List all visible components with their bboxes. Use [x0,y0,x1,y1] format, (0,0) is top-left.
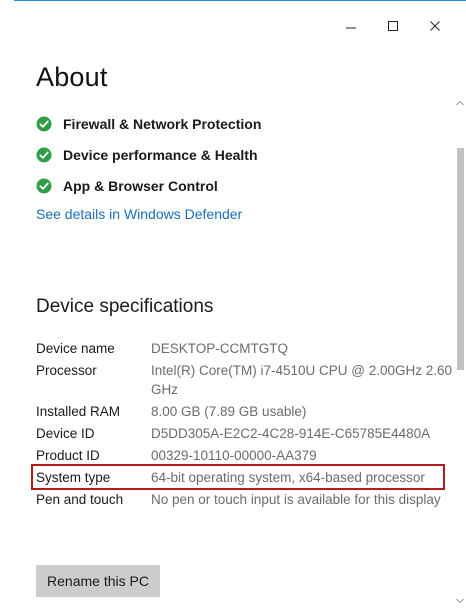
scroll-down-arrow-icon[interactable] [456,598,464,604]
rename-pc-button[interactable]: Rename this PC [36,565,160,597]
spec-row-installed-ram: Installed RAM 8.00 GB (7.89 GB usable) [36,400,454,422]
spec-label: System type [36,469,111,485]
scroll-up-arrow-icon[interactable] [456,100,464,106]
spec-label: Installed RAM [36,403,121,419]
spec-row-processor: Processor Intel(R) Core(TM) i7-4510U CPU… [36,359,454,400]
spec-row-pen-touch: Pen and touch No pen or touch input is a… [36,488,454,510]
device-specifications-heading: Device specifications [36,296,214,317]
spec-value: 00329-10110-00000-AA379 [151,447,317,463]
spec-value: Intel(R) Core(TM) i7-4510U CPU @ 2.00GHz… [151,362,453,397]
spec-label: Pen and touch [36,491,124,507]
status-label: Firewall & Network Protection [63,115,262,132]
scrollbar-thumb[interactable] [457,148,464,370]
windows-defender-link[interactable]: See details in Windows Defender [36,206,242,222]
spec-value: No pen or touch input is available for t… [151,491,441,507]
status-label: Device performance & Health [63,146,258,163]
spec-label: Processor [36,362,97,378]
close-icon [430,21,440,31]
window-top-border [14,0,466,1]
maximize-icon [388,21,398,31]
close-button[interactable] [414,12,456,40]
check-circle-icon [36,147,52,163]
status-item-firewall: Firewall & Network Protection [36,108,261,139]
spec-row-product-id: Product ID 00329-10110-00000-AA379 [36,444,454,466]
spec-row-device-id: Device ID D5DD305A-E2C2-4C28-914E-C65785… [36,422,454,444]
spec-label: Product ID [36,447,100,463]
spec-label: Device ID [36,425,95,441]
minimize-icon [346,27,356,29]
maximize-button[interactable] [372,12,414,40]
minimize-button[interactable] [330,12,372,40]
check-circle-icon [36,178,52,194]
spec-row-system-type: System type 64-bit operating system, x64… [31,464,445,490]
status-label: App & Browser Control [63,177,218,194]
spec-label: Device name [36,340,115,356]
status-item-device-health: Device performance & Health [36,139,261,170]
check-circle-icon [36,116,52,132]
spec-value: DESKTOP-CCMTGTQ [151,340,289,356]
spec-value: 8.00 GB (7.89 GB usable) [151,403,307,419]
page-title: About [36,62,108,92]
security-status-list: Firewall & Network Protection Device per… [36,108,261,201]
device-specifications-table: Device name DESKTOP-CCMTGTQ Processor In… [31,337,454,510]
window-controls [330,12,456,40]
status-item-app-browser: App & Browser Control [36,170,261,201]
spec-value: 64-bit operating system, x64-based proce… [151,469,425,485]
spec-row-device-name: Device name DESKTOP-CCMTGTQ [36,337,454,359]
spec-value: D5DD305A-E2C2-4C28-914E-C65785E4480A [151,425,431,441]
